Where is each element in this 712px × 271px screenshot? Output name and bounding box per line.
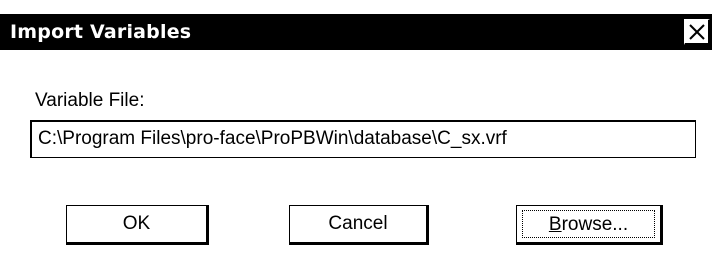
close-icon [689,24,705,40]
variable-file-input[interactable]: C:\Program Files\pro-face\ProPBWin\datab… [30,120,696,158]
browse-mnemonic: B [548,214,562,235]
close-button[interactable] [684,19,710,45]
import-variables-dialog: Import Variables Variable File: C:\Progr… [0,0,712,271]
title-bar[interactable]: Import Variables [0,14,712,50]
dialog-title: Import Variables [10,21,192,43]
cancel-button-label: Cancel [328,213,388,234]
variable-file-label: Variable File: [35,90,145,111]
browse-focus-rect: Browse... [522,210,655,238]
ok-button[interactable]: OK [66,205,209,245]
browse-button-label: rowse... [561,214,629,235]
cancel-button[interactable]: Cancel [289,205,429,245]
ok-button-label: OK [122,213,151,234]
browse-button[interactable]: Browse... [516,205,663,245]
